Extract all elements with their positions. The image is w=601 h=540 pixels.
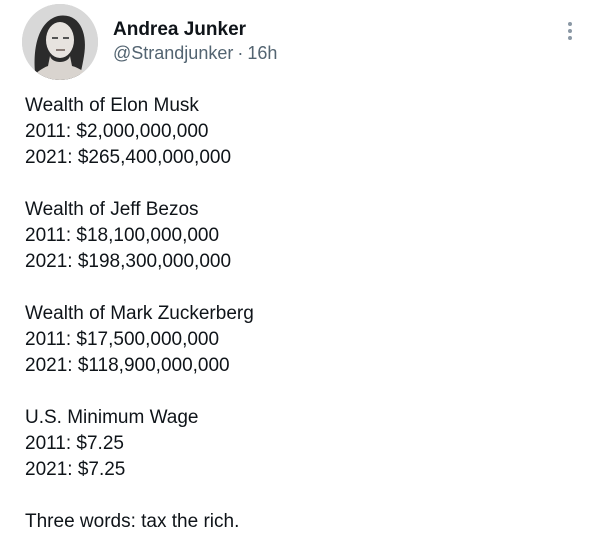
closing-line: Three words: tax the rich. (25, 511, 240, 532)
bezos-block: Wealth of Jeff Bezos 2011: $18,100,000,0… (25, 197, 585, 275)
more-dot (568, 22, 572, 26)
musk-heading: Wealth of Elon Musk (25, 95, 199, 116)
author-handle[interactable]: @Strandjunker (113, 43, 233, 63)
bezos-2021: 2021: $198,300,000,000 (25, 251, 232, 272)
zuckerberg-block: Wealth of Mark Zuckerberg 2011: $17,500,… (25, 301, 585, 379)
wage-heading: U.S. Minimum Wage (25, 407, 199, 428)
musk-2021: 2021: $265,400,000,000 (25, 147, 232, 168)
zuckerberg-2011: 2011: $17,500,000,000 (25, 329, 220, 350)
more-dot (568, 36, 572, 40)
meta-separator: · (237, 43, 244, 63)
author-name[interactable]: Andrea Junker (113, 19, 246, 41)
author-avatar[interactable] (22, 4, 98, 80)
avatar-photo-icon (22, 4, 98, 80)
wage-2021: 2021: $7.25 (25, 459, 126, 480)
closing-block: Three words: tax the rich. (25, 509, 585, 535)
tweet-timestamp[interactable]: 16h (247, 43, 277, 63)
zuckerberg-heading: Wealth of Mark Zuckerberg (25, 303, 254, 324)
bezos-2011: 2011: $18,100,000,000 (25, 225, 220, 246)
more-dot (568, 29, 572, 33)
more-options-icon[interactable] (560, 18, 580, 44)
tweet: Andrea Junker @Strandjunker · 16h Wealth o… (0, 0, 601, 540)
bezos-heading: Wealth of Jeff Bezos (25, 199, 199, 220)
musk-2011: 2011: $2,000,000,000 (25, 121, 209, 142)
wage-2011: 2011: $7.25 (25, 433, 124, 454)
musk-block: Wealth of Elon Musk 2011: $2,000,000,000… (25, 93, 585, 171)
tweet-text: Wealth of Elon Musk 2011: $2,000,000,000… (25, 93, 585, 535)
zuckerberg-2021: 2021: $118,900,000,000 (25, 355, 230, 376)
wage-block: U.S. Minimum Wage 2011: $7.25 2021: $7.2… (25, 405, 585, 483)
author-meta: @Strandjunker · 16h (113, 43, 277, 64)
